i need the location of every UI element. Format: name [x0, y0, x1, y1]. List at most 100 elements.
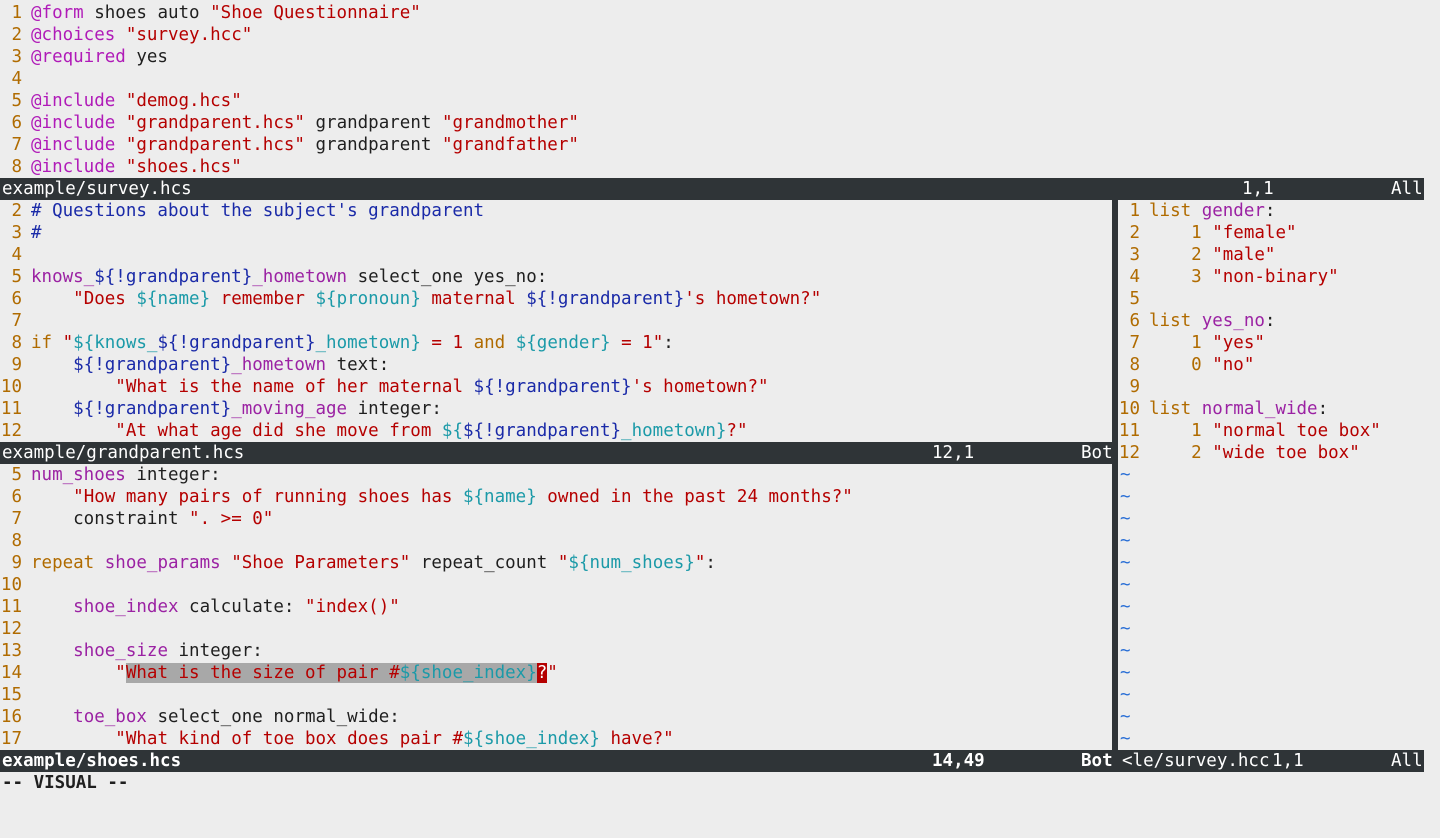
code-token: " — [115, 663, 126, 683]
code-line[interactable]: 10 "What is the name of her maternal ${!… — [0, 376, 1112, 398]
code-token: "Shoe Questionnaire" — [210, 3, 421, 23]
code-line[interactable]: 6 list yes_no: — [1118, 310, 1440, 332]
code-line[interactable]: 14 "What is the size of pair #${shoe_ind… — [0, 662, 1112, 684]
line-number: 4 — [11, 245, 22, 265]
code-line[interactable]: 1 @form shoes auto "Shoe Questionnaire" — [0, 2, 1440, 24]
empty-line-marker: ~ — [1120, 509, 1131, 529]
code-line[interactable]: 5 @include "demog.hcs" — [0, 90, 1440, 112]
editor-pane-shoes[interactable]: 5 num_shoes integer: 6 "How many pairs of … — [0, 464, 1112, 750]
code-token: "Does — [73, 289, 137, 309]
code-line[interactable]: 2 1 "female" — [1118, 222, 1440, 244]
code-line[interactable]: 8 if "${knows_${!grandparent}_hometown} =… — [0, 332, 1112, 354]
code-line[interactable]: 2 # Questions about the subject's grandpa… — [0, 200, 1112, 222]
editor-pane-choices[interactable]: 1 list gender: 2 1 "female" 3 2 "male" 4 3 "… — [1118, 200, 1440, 750]
code-line[interactable]: 5 — [1118, 288, 1440, 310]
code-line[interactable]: 10 — [0, 574, 1112, 596]
code-line[interactable]: 5 knows_${!grandparent}_hometown select_o… — [0, 266, 1112, 288]
code-line[interactable]: 9 ${!grandparent}_hometown text: — [0, 354, 1112, 376]
status-filename: example/grandparent.hcs — [2, 443, 245, 463]
code-line[interactable]: 8 — [0, 530, 1112, 552]
code-line[interactable]: 7 @include "grandparent.hcs" grandparent … — [0, 134, 1440, 156]
code-token: " — [547, 663, 558, 683]
code-line[interactable]: 7 constraint ". >= 0" — [0, 508, 1112, 530]
code-token: "At what age did she move from — [115, 421, 442, 441]
code-line[interactable]: 4 — [0, 244, 1112, 266]
code-token: remember — [210, 289, 316, 309]
empty-line-marker: ~ — [1120, 597, 1131, 617]
code-token: 1 — [1191, 223, 1213, 243]
empty-line-marker: ~ — [1120, 531, 1131, 551]
editor-pane-grandparent[interactable]: 2 # Questions about the subject's grandpa… — [0, 200, 1112, 442]
code-token: What is the size of pair # — [125, 663, 400, 683]
code-line[interactable]: 13 shoe_size integer: — [0, 640, 1112, 662]
empty-line-marker: ~ — [1120, 641, 1131, 661]
mode-indicator: -- VISUAL -- — [2, 773, 129, 793]
code-token: shoes auto — [83, 3, 211, 23]
code-line[interactable]: 12 — [0, 618, 1112, 640]
line-number: 9 — [11, 355, 22, 375]
code-token: 's hometown?" — [631, 377, 769, 397]
code-line[interactable]: 6 @include "grandparent.hcs" grandparent … — [0, 112, 1440, 134]
code-token: repeat_count — [410, 553, 558, 573]
code-line[interactable]: 12 "At what age did she move from ${${!g… — [0, 420, 1112, 442]
status-filename: example/survey.hcs — [2, 179, 192, 199]
code-token: : — [1264, 201, 1276, 221]
code-token: @include — [31, 91, 116, 111]
code-token: _moving_age — [231, 399, 348, 419]
status-filename: example/shoes.hcs — [2, 751, 182, 771]
line-number: 14 — [0, 663, 22, 683]
code-line[interactable]: 12 2 "wide toe box" — [1118, 442, 1440, 464]
code-line[interactable]: 2 @choices "survey.hcc" — [0, 24, 1440, 46]
code-line[interactable]: 3 # — [0, 222, 1112, 244]
code-line[interactable]: 9 — [1118, 376, 1440, 398]
code-line[interactable]: 17 "What kind of toe box does pair #${sh… — [0, 728, 1112, 750]
code-line[interactable]: 8 0 "no" — [1118, 354, 1440, 376]
code-token: 2 — [1191, 245, 1213, 265]
code-line[interactable]: 11 ${!grandparent}_moving_age integer: — [0, 398, 1112, 420]
empty-line-marker: ~ — [1120, 487, 1131, 507]
code-token: "demog.hcs" — [125, 91, 242, 111]
code-line[interactable]: 8 @include "shoes.hcs" — [0, 156, 1440, 178]
line-number: 5 — [11, 91, 22, 111]
code-line[interactable]: 4 3 "non-binary" — [1118, 266, 1440, 288]
code-token: "yes" — [1212, 333, 1265, 353]
code-line[interactable]: 5 num_shoes integer: — [0, 464, 1112, 486]
code-token: constraint — [31, 509, 190, 529]
line-number: 1 — [1129, 201, 1140, 221]
code-token: "grandfather" — [441, 135, 579, 155]
line-number: 9 — [1129, 377, 1140, 397]
code-line[interactable]: 11 shoe_index calculate: "index()" — [0, 596, 1112, 618]
editor-pane-survey[interactable]: 1 @form shoes auto "Shoe Questionnaire" 2 @… — [0, 2, 1440, 178]
code-token: shoe_index — [73, 597, 179, 617]
code-token: select_one normal_wide: — [146, 707, 400, 727]
line-number: 12 — [0, 619, 22, 639]
code-token: "How many pairs of running shoes has — [73, 487, 463, 507]
code-line[interactable]: 3 @required yes — [0, 46, 1440, 68]
code-line[interactable]: 6 "Does ${name} remember ${pronoun} mate… — [0, 288, 1112, 310]
code-line[interactable]: 3 2 "male" — [1118, 244, 1440, 266]
line-number: 1 — [11, 3, 22, 23]
code-line[interactable]: 1 list gender: — [1118, 200, 1440, 222]
code-line[interactable]: 15 — [0, 684, 1112, 706]
code-token: ${shoe_index} — [399, 663, 537, 683]
line-number: 15 — [0, 685, 22, 705]
code-line[interactable]: 10 list normal_wide: — [1118, 398, 1440, 420]
code-token: _hometown — [231, 355, 327, 375]
code-line[interactable]: 7 — [0, 310, 1112, 332]
code-line[interactable]: 4 — [0, 68, 1440, 90]
code-line[interactable]: 7 1 "yes" — [1118, 332, 1440, 354]
code-line[interactable]: 16 toe_box select_one normal_wide: — [0, 706, 1112, 728]
code-line[interactable]: 6 "How many pairs of running shoes has $… — [0, 486, 1112, 508]
code-token: ${!grandparent} — [157, 333, 316, 353]
code-token: ${knows_ — [73, 333, 158, 353]
code-line[interactable]: 9 repeat shoe_params "Shoe Parameters" re… — [0, 552, 1112, 574]
line-number: 6 — [11, 289, 22, 309]
line-number: 10 — [1118, 399, 1140, 419]
code-line[interactable]: 11 1 "normal toe box" — [1118, 420, 1440, 442]
line-number: 6 — [11, 487, 22, 507]
